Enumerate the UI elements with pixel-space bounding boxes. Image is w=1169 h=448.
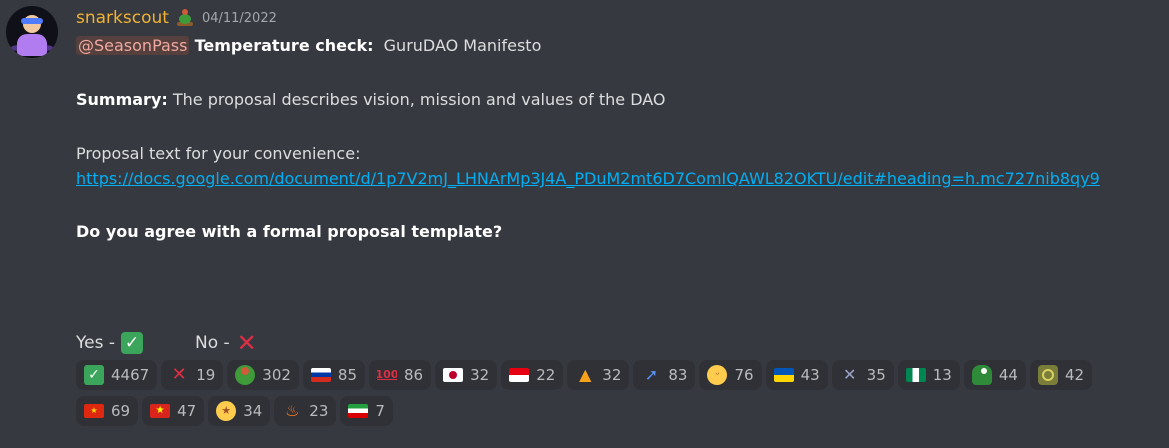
- tools-icon: ✕: [842, 365, 857, 384]
- cross-mark-icon: ✕: [171, 365, 187, 385]
- reaction-count: 34: [243, 402, 263, 420]
- hundred-points-icon: 100: [377, 368, 398, 381]
- yes-label: Yes -: [76, 333, 115, 353]
- reaction-button[interactable]: ➚ 83: [633, 360, 696, 390]
- reaction-count: 43: [800, 366, 820, 384]
- reaction-count: 35: [866, 366, 886, 384]
- message-timestamp[interactable]: 04/11/2022: [202, 11, 277, 26]
- reaction-button[interactable]: ▲ 32: [567, 360, 630, 390]
- reaction-count: 69: [111, 402, 131, 420]
- reaction-button[interactable]: 302: [227, 360, 299, 390]
- reaction-button[interactable]: ᵕ 76: [699, 360, 762, 390]
- vote-options: Yes - ✓ No - ✕: [76, 330, 258, 356]
- proposal-link[interactable]: https://docs.google.com/document/d/1p7V2…: [76, 169, 1100, 188]
- reaction-button[interactable]: 43: [765, 360, 828, 390]
- reaction-count: 32: [602, 366, 622, 384]
- reaction-count: 86: [404, 366, 424, 384]
- flag-indonesia-icon: [509, 368, 530, 382]
- reaction-count: 44: [998, 366, 1018, 384]
- question-line: Do you agree with a formal proposal temp…: [76, 220, 1161, 244]
- flag-china-icon: ★: [84, 404, 104, 418]
- flag-russia-icon: [310, 368, 331, 382]
- reaction-button[interactable]: 13: [897, 360, 960, 390]
- summary-line: Summary: The proposal describes vision, …: [76, 88, 1161, 112]
- reaction-button[interactable]: ★ 69: [76, 396, 139, 426]
- yum-face-icon: ᵕ: [707, 365, 728, 385]
- user-avatar[interactable]: [6, 6, 58, 58]
- reaction-button[interactable]: 22: [501, 360, 564, 390]
- reaction-button[interactable]: ✕ 35: [831, 360, 894, 390]
- dao-role-icon[interactable]: [175, 8, 195, 28]
- reaction-button[interactable]: 32: [435, 360, 498, 390]
- username[interactable]: snarkscout: [76, 8, 169, 28]
- reaction-count: 7: [375, 402, 385, 420]
- coin-icon: [1037, 365, 1058, 385]
- flag-iran-icon: [348, 404, 369, 418]
- flag-ukraine-icon: [773, 368, 794, 382]
- reaction-count: 23: [309, 402, 329, 420]
- reaction-button[interactable]: 42: [1029, 360, 1093, 390]
- flag-japan-icon: [443, 368, 464, 382]
- reaction-button[interactable]: ★ 47: [142, 396, 205, 426]
- reaction-count: 47: [177, 402, 197, 420]
- check-mark-icon: ✓: [84, 365, 104, 385]
- avatar-body: [17, 34, 47, 56]
- summary-text: The proposal describes vision, mission a…: [172, 90, 666, 109]
- proposal-link-block: https://docs.google.com/document/d/1p7V2…: [76, 166, 1161, 192]
- reaction-count: 4467: [111, 366, 150, 384]
- reaction-count: 302: [262, 366, 291, 384]
- reactions-bar: ✓ 4467 ✕ 19 302 85 100 86 32 22 ▲ 32 ➚ 83 ᵕ 76…: [76, 360, 1156, 426]
- reaction-count: 76: [734, 366, 754, 384]
- no-label: No -: [194, 333, 230, 353]
- reaction-button[interactable]: ♨ 23: [274, 396, 337, 426]
- check-mark-icon: ✓: [120, 332, 143, 354]
- reaction-count: 32: [470, 366, 490, 384]
- flag-nigeria-icon: [905, 368, 926, 382]
- reaction-count: 83: [668, 366, 688, 384]
- reaction-button[interactable]: 7: [340, 396, 393, 426]
- question-text: Do you agree with a formal proposal temp…: [76, 222, 503, 241]
- title-text: GuruDAO Manifesto: [383, 36, 542, 55]
- message-content: @SeasonPass Temperature check: GuruDAO M…: [76, 34, 1161, 244]
- dino-icon: [971, 365, 992, 385]
- proposal-intro: Proposal text for your convenience:: [76, 144, 361, 163]
- star-struck-face-icon: ★: [216, 401, 237, 421]
- message-header: snarkscout 04/11/2022: [76, 6, 277, 30]
- title-line: @SeasonPass Temperature check: GuruDAO M…: [76, 34, 1161, 58]
- role-mention[interactable]: @SeasonPass: [76, 36, 190, 55]
- reaction-button[interactable]: ✓ 4467: [76, 360, 158, 390]
- avatar-visor: [21, 18, 43, 24]
- dao-turtle-icon: [235, 365, 256, 385]
- rocket-icon: ➚: [644, 365, 659, 384]
- reaction-button[interactable]: 100 86: [369, 360, 432, 390]
- reaction-button[interactable]: ★ 34: [208, 396, 271, 426]
- title-bold: Temperature check:: [194, 36, 374, 55]
- summary-label: Summary:: [76, 90, 168, 109]
- reaction-count: 13: [932, 366, 952, 384]
- chat-message: snarkscout 04/11/2022 @SeasonPass Temper…: [0, 0, 1169, 448]
- reaction-button[interactable]: ✕ 19: [161, 360, 224, 390]
- bell-icon: ▲: [579, 365, 592, 384]
- reaction-count: 22: [536, 366, 556, 384]
- reaction-button[interactable]: 44: [963, 360, 1026, 390]
- cross-mark-icon: ✕: [236, 329, 257, 357]
- reaction-button[interactable]: 85: [302, 360, 366, 390]
- reaction-count: 42: [1064, 366, 1085, 384]
- reaction-count: 19: [196, 366, 216, 384]
- fire-icon: ♨: [285, 401, 300, 420]
- flag-vietnam-icon: ★: [150, 404, 171, 418]
- reaction-count: 85: [337, 366, 358, 384]
